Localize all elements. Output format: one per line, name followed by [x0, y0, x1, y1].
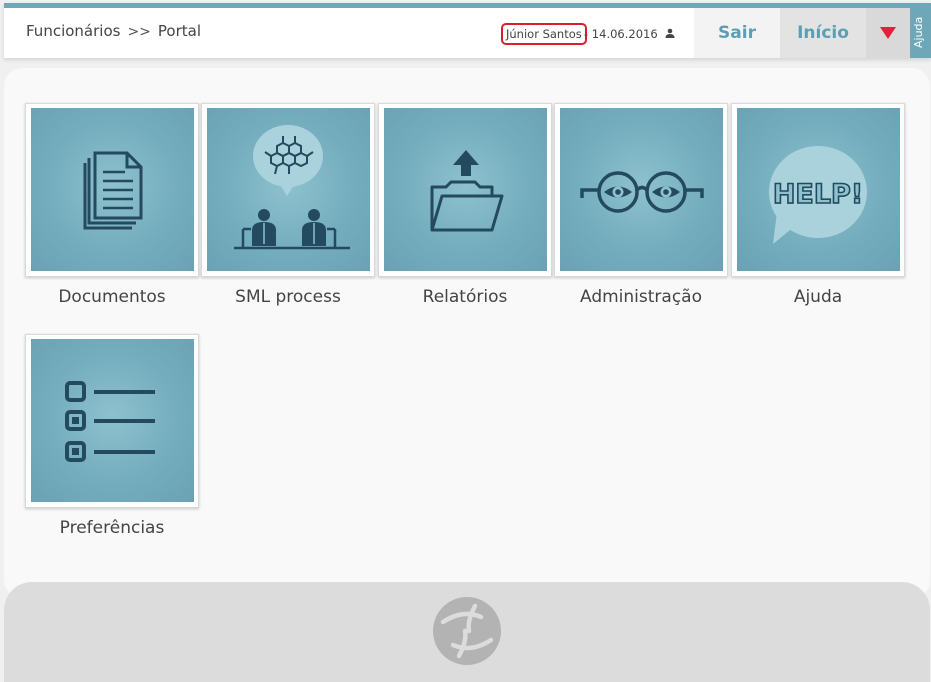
sml-process-icon — [234, 125, 350, 250]
tile-face — [207, 108, 370, 271]
tile-sml-process[interactable] — [201, 103, 375, 277]
menu-dropdown-button[interactable] — [866, 8, 910, 58]
tile-relatorios[interactable] — [378, 103, 552, 277]
help-bubble-text: HELP! — [773, 179, 863, 210]
main-content: Documentos SML process Relatórios Admini… — [4, 68, 930, 598]
tile-face — [31, 108, 194, 271]
tile-preferencias[interactable] — [25, 334, 199, 508]
breadcrumb-separator: >> — [127, 24, 151, 40]
tile-face: HELP! — [737, 108, 900, 271]
home-button[interactable]: Início — [780, 8, 866, 58]
logout-button[interactable]: Sair — [694, 8, 780, 58]
user-icon — [665, 28, 675, 38]
help-bubble-icon: HELP! — [769, 146, 867, 244]
header-bar: Funcionários >> Portal Júnior Santos - 14.… — [4, 3, 931, 58]
folder-upload-icon — [430, 150, 504, 232]
tile-documentos[interactable] — [25, 103, 199, 277]
documents-icon — [83, 151, 143, 230]
tile-label-ajuda[interactable]: Ajuda — [713, 287, 923, 307]
tile-face — [31, 339, 194, 502]
tile-face — [384, 108, 547, 271]
breadcrumb-funcionarios[interactable]: Funcionários — [26, 22, 120, 40]
footer — [4, 582, 930, 682]
tile-face — [560, 108, 723, 271]
breadcrumb-portal[interactable]: Portal — [158, 22, 201, 40]
tile-ajuda[interactable]: HELP! — [731, 103, 905, 277]
tile-label-preferencias[interactable]: Preferências — [7, 518, 217, 538]
app: Funcionários >> Portal Júnior Santos - 14.… — [0, 0, 931, 682]
checklist-icon — [65, 381, 155, 462]
breadcrumb: Funcionários >> Portal — [26, 22, 201, 40]
tile-administracao[interactable] — [554, 103, 728, 277]
glasses-icon — [580, 171, 704, 213]
company-logo-icon — [433, 597, 501, 665]
caret-down-icon — [880, 27, 896, 39]
user-name[interactable]: Júnior Santos — [501, 23, 587, 45]
date-text: - 14.06.2016 — [584, 27, 658, 41]
help-side-tab[interactable]: Ajuda — [910, 8, 931, 58]
help-side-tab-label: Ajuda — [912, 16, 925, 48]
